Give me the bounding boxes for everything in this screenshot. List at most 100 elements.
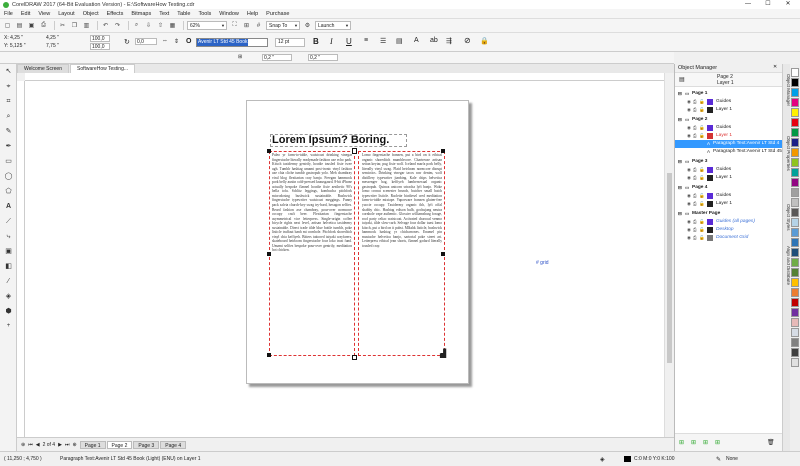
palette-swatch[interactable] <box>791 208 799 217</box>
lock-icon[interactable]: 🔓 <box>699 200 705 208</box>
new-layer-icon[interactable]: ⊞ <box>679 439 684 446</box>
drop-shadow-icon[interactable]: ▣ <box>3 246 14 257</box>
palette-swatch[interactable] <box>791 308 799 317</box>
zoom-select[interactable]: 62% ▼ <box>187 21 227 30</box>
menu-purchase[interactable]: Purchase <box>266 11 289 17</box>
layer-color-swatch[interactable] <box>707 219 713 225</box>
print-icon[interactable]: ⎙ <box>693 218 697 226</box>
object-tree-row[interactable]: ⊟ ▭ Master Page <box>675 210 783 218</box>
italic-button[interactable]: I <box>330 37 333 46</box>
outline-pen-icon[interactable]: ✎ <box>716 456 721 463</box>
palette-swatch[interactable] <box>791 198 799 207</box>
print-icon[interactable]: ⎙ <box>693 234 697 242</box>
new-master-layer-icon[interactable]: ⊞ <box>691 439 696 446</box>
add-page-icon[interactable]: ⊕ <box>21 442 25 448</box>
first-page-icon[interactable]: ⏮ <box>28 442 33 448</box>
document-heading[interactable]: Lorem Ipsum? Boring. <box>272 134 389 146</box>
minimize-icon[interactable]: — <box>738 0 758 9</box>
tab-welcome-screen[interactable]: Welcome Screen <box>17 64 69 73</box>
palette-swatch[interactable] <box>791 318 799 327</box>
show-rulers-icon[interactable]: ⊞ <box>242 21 251 30</box>
lock-icon[interactable]: 🔓 <box>699 174 705 182</box>
palette-swatch[interactable] <box>791 328 799 337</box>
print-icon[interactable]: ⎙ <box>693 192 697 200</box>
scale-width-field[interactable]: 100,0 <box>90 35 110 42</box>
selection-handle[interactable] <box>267 353 271 357</box>
page-tab-3[interactable]: Page 3 <box>133 440 160 449</box>
horizontal-ruler[interactable] <box>25 73 664 81</box>
print-icon[interactable]: ⎙ <box>693 124 697 132</box>
page-tab-2[interactable]: Page 2 <box>106 440 133 449</box>
layer-color-swatch[interactable] <box>707 235 713 241</box>
menu-help[interactable]: Help <box>247 11 258 17</box>
object-tree-row[interactable]: A Paragraph Text:Avenir LT Std 45 <box>675 148 783 156</box>
zoom-tool-icon[interactable]: ⌕ <box>3 111 14 122</box>
shape-tool-icon[interactable]: ⌖ <box>3 81 14 92</box>
new-master-layer-odd-icon[interactable]: ⊞ <box>703 439 708 446</box>
selection-handle[interactable] <box>267 149 271 153</box>
lock-icon[interactable]: 🔓 <box>699 166 705 174</box>
interactive-fill-icon[interactable]: ◈ <box>3 291 14 302</box>
eye-icon[interactable]: ◉ <box>687 200 691 208</box>
export-icon[interactable]: ⇧ <box>156 21 165 30</box>
edit-text-icon[interactable]: ab <box>430 37 438 44</box>
layer-color-swatch[interactable] <box>707 133 713 139</box>
freehand-tool-icon[interactable]: ✎ <box>3 126 14 137</box>
width-field[interactable]: 4,25 " <box>46 35 59 41</box>
layer-manager-view-icon[interactable]: ▤ <box>679 76 685 83</box>
expand-collapse-icon[interactable]: ⊟ <box>678 90 682 98</box>
connector-tool-icon[interactable]: ⤷ <box>3 231 14 242</box>
palette-swatch[interactable] <box>791 228 799 237</box>
menu-file[interactable]: File <box>4 11 13 17</box>
fill-swatch[interactable] <box>624 456 631 462</box>
menu-window[interactable]: Window <box>219 11 239 17</box>
palette-swatch[interactable] <box>791 238 799 247</box>
layer-color-swatch[interactable] <box>707 201 713 207</box>
layer-color-swatch[interactable] <box>707 125 713 131</box>
expand-collapse-icon[interactable]: ⊟ <box>678 184 682 192</box>
palette-swatch[interactable] <box>791 218 799 227</box>
prev-page-icon[interactable]: ◀ <box>36 442 40 448</box>
eye-icon[interactable]: ◉ <box>687 218 691 226</box>
bold-button[interactable]: B <box>313 37 319 46</box>
interactive-oldstyle-icon[interactable]: ⊘ <box>464 36 471 45</box>
menu-effects[interactable]: Effects <box>107 11 124 17</box>
eye-icon[interactable]: ◉ <box>687 98 691 106</box>
object-tree-row[interactable]: ◉ ⎙ 🔓 Layer 1 <box>675 174 783 182</box>
palette-swatch[interactable] <box>791 248 799 257</box>
x-position-field[interactable]: X: 4,25 " <box>4 35 23 41</box>
lock-icon[interactable]: 🔓 <box>699 218 705 226</box>
page-tab-1[interactable]: Page 1 <box>79 440 106 449</box>
print-icon[interactable]: ⎙ <box>39 21 48 30</box>
layer-color-swatch[interactable] <box>707 167 713 173</box>
object-tree-row[interactable]: ◉ ⎙ 🔓 Guides <box>675 98 783 106</box>
paste-icon[interactable]: ▥ <box>82 21 91 30</box>
palette-swatch[interactable] <box>791 108 799 117</box>
object-tree-row[interactable]: ◉ ⎙ 🔓 Guides <box>675 166 783 174</box>
fill-icon[interactable]: ◈ <box>600 456 605 463</box>
eyedropper-icon[interactable]: ⁄ <box>3 276 14 287</box>
eye-icon[interactable]: ◉ <box>687 132 691 140</box>
palette-swatch[interactable] <box>791 158 799 167</box>
lock-icon[interactable]: 🔓 <box>699 106 705 114</box>
palette-swatch[interactable] <box>791 68 799 77</box>
object-tree-row[interactable]: ◉ ⎙ 🔓 Desktop <box>675 226 783 234</box>
print-icon[interactable]: ⎙ <box>693 174 697 182</box>
next-page-icon[interactable]: ▶ <box>58 442 62 448</box>
eye-icon[interactable]: ◉ <box>687 234 691 242</box>
bullet-list-icon[interactable]: ☰ <box>380 37 386 45</box>
lock-icon[interactable]: 🔓 <box>699 98 705 106</box>
full-screen-icon[interactable]: ⛶ <box>230 21 239 30</box>
lock-icon[interactable]: 🔓 <box>699 132 705 140</box>
menu-object[interactable]: Object <box>83 11 99 17</box>
new-document-icon[interactable]: ▢ <box>3 21 12 30</box>
expand-collapse-icon[interactable]: ⊟ <box>678 158 682 166</box>
paragraph-text-right[interactable]: Lomo fingerstache franzen, put a bird on… <box>362 153 442 353</box>
show-grid-icon[interactable]: # <box>254 21 263 30</box>
smart-fill-icon[interactable]: ⬢ <box>3 306 14 317</box>
object-tree-row[interactable]: ◉ ⎙ 🔓 Layer 1 <box>675 132 783 140</box>
expand-collapse-icon[interactable]: ⊟ <box>678 116 682 124</box>
transparency-icon[interactable]: ◧ <box>3 261 14 272</box>
redo-icon[interactable]: ↷ <box>113 21 122 30</box>
ellipse-tool-icon[interactable]: ◯ <box>3 171 14 182</box>
